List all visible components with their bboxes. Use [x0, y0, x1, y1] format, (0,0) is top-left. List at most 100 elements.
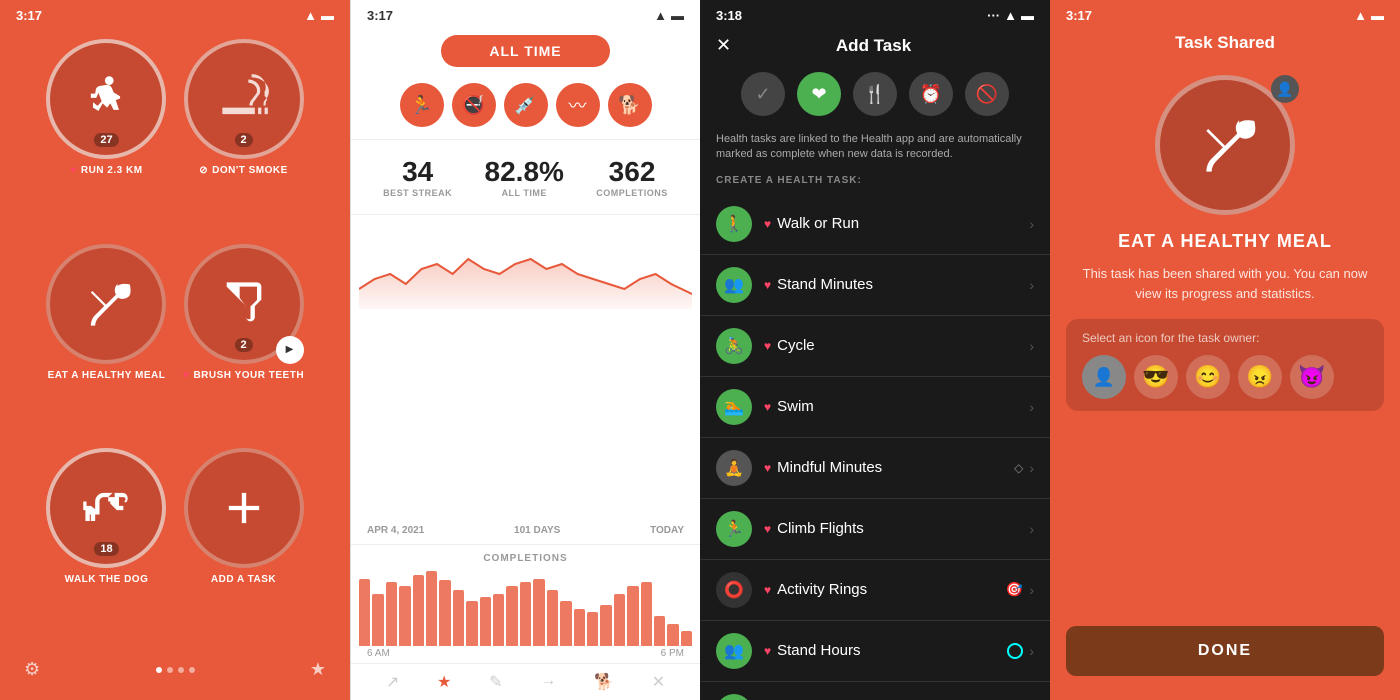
s2-icon-smoke[interactable]: 🚭 [452, 83, 496, 127]
s3-section-label: CREATE A HEALTH TASK: [700, 171, 1050, 194]
dot-2[interactable] [167, 667, 173, 673]
task-circle-run[interactable]: 27 [46, 39, 166, 159]
walk-chevron: › [1029, 216, 1034, 232]
list-item-mindful[interactable]: 🧘 ♥ Mindful Minutes ◇ › [700, 438, 1050, 499]
s2-edit-icon[interactable]: ✎ [489, 672, 502, 692]
teeth-badge: 2 [234, 338, 252, 352]
star-icon[interactable]: ★ [310, 659, 326, 680]
s4-icon-select-box: Select an icon for the task owner: 👤 😎 😊… [1066, 319, 1384, 411]
s2-arrow-icon[interactable]: → [540, 672, 556, 692]
s3-wifi-icon: ▲ [1004, 8, 1017, 23]
activity-label: Activity Rings [777, 581, 867, 598]
s4-carrot-icon [1193, 113, 1257, 177]
list-item-cycle[interactable]: 🚴 ♥ Cycle › [700, 316, 1050, 377]
mindful-chevron: › [1029, 460, 1034, 476]
list-item-stand-hours[interactable]: 👥 ♥ Stand Hours › [700, 621, 1050, 682]
task-cell-dog[interactable]: 18 WALK THE DOG [46, 448, 167, 637]
cycle-label: Cycle [777, 337, 815, 354]
list-item-stand-minutes[interactable]: 👥 ♥ Stand Minutes › [700, 255, 1050, 316]
task-circle-meal[interactable] [46, 244, 166, 364]
s2-completions-value: 362 [609, 156, 656, 188]
dot-1[interactable] [156, 667, 162, 673]
list-item-walk-run[interactable]: 🚶 ♥ Walk or Run › [700, 194, 1050, 255]
bar-23 [667, 624, 678, 647]
s3-tab-food[interactable]: 🍴 [853, 72, 897, 116]
s2-icon-run[interactable]: 🏃 [400, 83, 444, 127]
s3-status-bar: 3:18 ··· ▲ ▬ [700, 0, 1050, 27]
s2-share-icon[interactable]: ↗ [386, 672, 399, 692]
s4-emoji-user[interactable]: 👤 [1082, 355, 1126, 399]
task-cell-run[interactable]: 27 ♥ RUN 2.3 KM [46, 39, 167, 228]
dot-4[interactable] [189, 667, 195, 673]
cycle-heart-icon: ♥ [764, 339, 771, 353]
bar-8 [466, 601, 477, 646]
task-cell-teeth[interactable]: 2 ▶ ♥ BRUSH YOUR TEETH [183, 244, 304, 433]
task-cell-add[interactable]: ADD A TASK [183, 448, 304, 637]
s3-icon-stand-hours: 👥 [716, 633, 752, 669]
s2-icon-wave[interactable]: 〰 [556, 83, 600, 127]
mindful-right: ◇ › [1014, 460, 1034, 476]
s3-close-button[interactable]: ✕ [716, 35, 731, 56]
list-item-climb[interactable]: 🏃 ♥ Climb Flights › [700, 499, 1050, 560]
s3-icon-swim: 🏊 [716, 389, 752, 425]
climb-heart-icon: ♥ [764, 522, 771, 536]
s2-icon-inject[interactable]: 💉 [504, 83, 548, 127]
list-item-swim[interactable]: 🏊 ♥ Swim › [700, 377, 1050, 438]
mindful-diamond-icon: ◇ [1014, 461, 1023, 475]
s4-done-button[interactable]: DONE [1066, 626, 1384, 676]
s3-tab-clock[interactable]: ⏰ [909, 72, 953, 116]
task-cell-smoke[interactable]: 2 ⊘ DON'T SMOKE [183, 39, 304, 228]
task-grid: 27 ♥ RUN 2.3 KM 2 ⊘ DON'T SMOKE [26, 27, 324, 649]
s2-time-row: 6 AM 6 PM [351, 646, 700, 663]
s3-tab-check[interactable]: ✓ [741, 72, 785, 116]
climb-right: › [1029, 521, 1034, 537]
stand-heart-icon: ♥ [764, 278, 771, 292]
activity-chevron: › [1029, 582, 1034, 598]
list-item-activity[interactable]: ⭕ ♥ Activity Rings 🎯 › [700, 560, 1050, 621]
s3-item-content-cycle: ♥ Cycle [764, 337, 1029, 354]
s3-tab-heart[interactable]: ❤ [797, 72, 841, 116]
s3-item-content-stand: ♥ Stand Minutes [764, 276, 1029, 293]
s2-dog-icon[interactable]: 🐕 [594, 672, 614, 692]
climb-label: Climb Flights [777, 520, 864, 537]
all-time-button[interactable]: ALL TIME [441, 35, 609, 67]
play-button[interactable]: ▶ [276, 336, 304, 364]
s3-tab-ban[interactable]: 🚫 [965, 72, 1009, 116]
task-cell-meal[interactable]: EAT A HEALTHY MEAL [46, 244, 167, 433]
dog-label: WALK THE DOG [65, 574, 149, 585]
s3-icon-cycle: 🚴 [716, 328, 752, 364]
task-circle-dog[interactable]: 18 [46, 448, 166, 568]
s2-icon-dog[interactable]: 🐕 [608, 83, 652, 127]
s1-status-icons: ▲ ▬ [304, 8, 334, 23]
s4-emoji-devil[interactable]: 😈 [1290, 355, 1334, 399]
stand-right: › [1029, 277, 1034, 293]
s2-bottom-bar: ↗ ★ ✎ → 🐕 ✕ [351, 663, 700, 700]
stand-hours-chevron: › [1029, 643, 1034, 659]
s4-time: 3:17 [1066, 8, 1092, 23]
dot-3[interactable] [178, 667, 184, 673]
s4-emoji-angry[interactable]: 😠 [1238, 355, 1282, 399]
task-circle-teeth[interactable]: 2 ▶ [184, 244, 304, 364]
s2-time-start: 6 AM [367, 648, 390, 659]
line-chart-area [351, 219, 700, 521]
task-circle-smoke[interactable]: 2 [184, 39, 304, 159]
s3-title: Add Task [747, 36, 1000, 56]
s2-star-icon[interactable]: ★ [437, 672, 451, 692]
s2-completions-label: COMPLETIONS [596, 188, 668, 198]
s3-item-content-climb: ♥ Climb Flights [764, 520, 1029, 537]
screen2: 3:17 ▲ ▬ ALL TIME 🏃 🚭 💉 〰 🐕 34 BEST STRE… [350, 0, 700, 700]
s2-close-icon[interactable]: ✕ [652, 672, 665, 692]
s4-emoji-smile[interactable]: 😊 [1186, 355, 1230, 399]
s4-emoji-cool[interactable]: 😎 [1134, 355, 1178, 399]
list-item-exercise[interactable]: 🏃 ♥ Exercise Minutes › [700, 682, 1050, 700]
s4-battery-icon: ▬ [1371, 8, 1384, 23]
s3-items-list: 🚶 ♥ Walk or Run › 👥 ♥ Stand Minutes › 🚴 [700, 194, 1050, 700]
run-icon [80, 73, 132, 125]
bar-9 [480, 597, 491, 646]
bar-18 [600, 605, 611, 646]
bar-16 [574, 609, 585, 647]
bar-21 [641, 582, 652, 646]
screen3: 3:18 ··· ▲ ▬ ✕ Add Task ✓ ❤ 🍴 ⏰ 🚫 Health… [700, 0, 1050, 700]
settings-icon[interactable]: ⚙ [24, 659, 40, 680]
task-circle-add[interactable] [184, 448, 304, 568]
